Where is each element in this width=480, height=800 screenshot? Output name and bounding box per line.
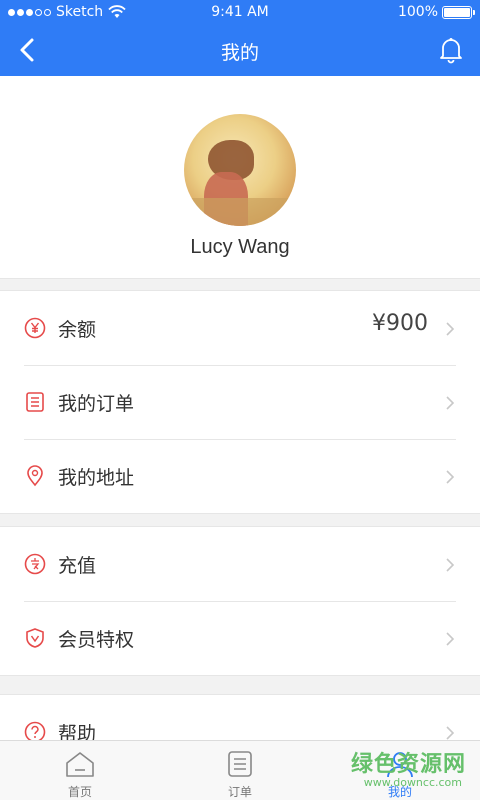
chevron-right-icon [446, 322, 455, 336]
avatar[interactable] [184, 114, 296, 226]
tab-mine[interactable]: 我的 [320, 741, 480, 800]
menu-group-account: 余额 ¥900 我的订单 我的地址 [0, 290, 480, 514]
menu-item-recharge[interactable]: 充值 [0, 527, 480, 601]
home-icon [66, 752, 94, 777]
menu-item-balance[interactable]: 余额 ¥900 [0, 291, 480, 365]
menu-item-my-orders[interactable]: 我的订单 [0, 365, 480, 439]
menu-item-label: 我的订单 [58, 393, 135, 415]
person-icon [387, 752, 413, 778]
bell-icon[interactable] [438, 36, 464, 64]
shield-icon [26, 628, 44, 648]
menu-item-label: 余额 [58, 319, 97, 341]
tab-orders[interactable]: 订单 [160, 741, 320, 800]
location-pin-icon [27, 465, 43, 487]
tab-label: 首页 [67, 785, 92, 799]
chevron-right-icon [446, 558, 455, 572]
menu-item-label: 会员特权 [58, 629, 135, 651]
menu-item-my-address[interactable]: 我的地址 [0, 439, 480, 513]
chevron-right-icon [446, 396, 455, 410]
status-bar: Sketch 9:41 AM 100% [0, 0, 480, 24]
menu-item-member-privileges[interactable]: 会员特权 [0, 601, 480, 675]
battery-icon [442, 5, 475, 19]
tab-label: 订单 [227, 785, 252, 799]
user-name: Lucy Wang [190, 236, 290, 258]
tab-label: 我的 [387, 785, 412, 799]
chevron-right-icon [446, 632, 455, 646]
list-icon [228, 751, 252, 777]
page-title: 我的 [220, 42, 259, 64]
top-bar: Sketch 9:41 AM 100% 我的 [0, 0, 480, 76]
balance-value: ¥900 [372, 311, 428, 336]
chevron-right-icon [446, 470, 455, 484]
navigation-bar: 我的 [0, 24, 480, 76]
order-list-icon [26, 392, 44, 412]
yen-icon [24, 317, 46, 339]
battery-label: 100% [397, 4, 438, 20]
recharge-icon [24, 553, 46, 575]
menu-item-label: 我的地址 [58, 467, 135, 489]
profile-header: Lucy Wang [0, 76, 480, 279]
status-right: 100% [397, 0, 475, 24]
menu-group-membership: 充值 会员特权 [0, 526, 480, 676]
menu-item-label: 充值 [58, 555, 97, 577]
bottom-tab-bar: 首页 订单 我的 [0, 740, 480, 800]
tab-home[interactable]: 首页 [0, 741, 160, 800]
